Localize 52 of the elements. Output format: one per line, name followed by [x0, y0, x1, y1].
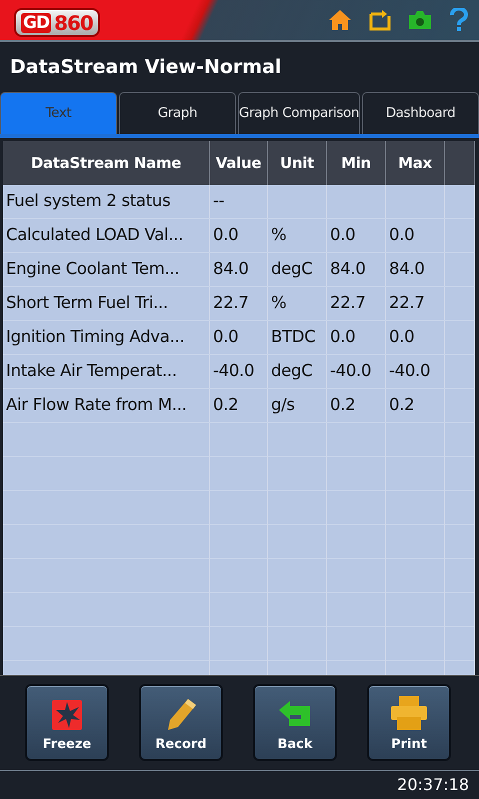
table-cell: Intake Air Temperat...	[3, 355, 210, 388]
table-cell: 0.0	[386, 321, 445, 354]
tab[interactable]: Dashboard	[362, 92, 479, 134]
table-cell: 84.0	[210, 253, 268, 286]
logo: GD 860	[16, 10, 98, 35]
table-cell: 0.0	[327, 321, 386, 354]
toolbar-button[interactable]: Record	[139, 684, 223, 761]
table-cell: 0.2	[327, 389, 386, 422]
table-cell: 0.0	[210, 219, 268, 252]
tab[interactable]: Graph Comparison	[238, 92, 360, 134]
toolbar-button[interactable]: Back	[253, 684, 337, 761]
table-cell: 0.0	[327, 219, 386, 252]
table-cell: 22.7	[386, 287, 445, 320]
table-cell: 0.0	[386, 219, 445, 252]
table-cell: Ignition Timing Adva...	[3, 321, 210, 354]
table-cell: 84.0	[327, 253, 386, 286]
camera-icon[interactable]	[408, 10, 432, 30]
column-header: Value	[210, 141, 268, 185]
table-cell: Calculated LOAD Val...	[3, 219, 210, 252]
table-cell: Short Term Fuel Tri...	[3, 287, 210, 320]
column-header: DataStream Name	[3, 141, 210, 185]
table-cell: 0.0	[210, 321, 268, 354]
table-cell: 84.0	[386, 253, 445, 286]
home-icon[interactable]	[328, 9, 352, 31]
table-cell: %	[268, 287, 327, 320]
table-cell: 22.7	[210, 287, 268, 320]
tab[interactable]: Graph	[118, 92, 236, 134]
column-header: Min	[327, 141, 386, 185]
table-cell: -40.0	[210, 355, 268, 388]
table-cell: Engine Coolant Tem...	[3, 253, 210, 286]
toolbar-button[interactable]: Freeze	[25, 684, 109, 761]
printer-icon	[390, 694, 428, 730]
table-cell: Air Flow Rate from M...	[3, 389, 210, 422]
table-cell: 0.2	[210, 389, 268, 422]
table-cell: -40.0	[327, 355, 386, 388]
table-cell: 0.2	[386, 389, 445, 422]
table-cell: g/s	[268, 389, 327, 422]
table-cell: --	[210, 185, 268, 218]
page-title: DataStream View-Normal	[9, 54, 282, 80]
refresh-icon[interactable]	[369, 9, 391, 31]
table-cell: degC	[268, 355, 327, 388]
help-icon[interactable]	[449, 8, 469, 32]
column-header: Unit	[268, 141, 327, 185]
table-cell: 22.7	[327, 287, 386, 320]
toolbar-button[interactable]: Print	[367, 684, 451, 761]
clock-time: 20:37:18	[397, 774, 469, 796]
column-header: Max	[386, 141, 445, 185]
table-cell: -40.0	[386, 355, 445, 388]
table-cell: BTDC	[268, 321, 327, 354]
table-cell: %	[268, 219, 327, 252]
table-cell: Fuel system 2 status	[3, 185, 210, 218]
table-cell: degC	[268, 253, 327, 286]
